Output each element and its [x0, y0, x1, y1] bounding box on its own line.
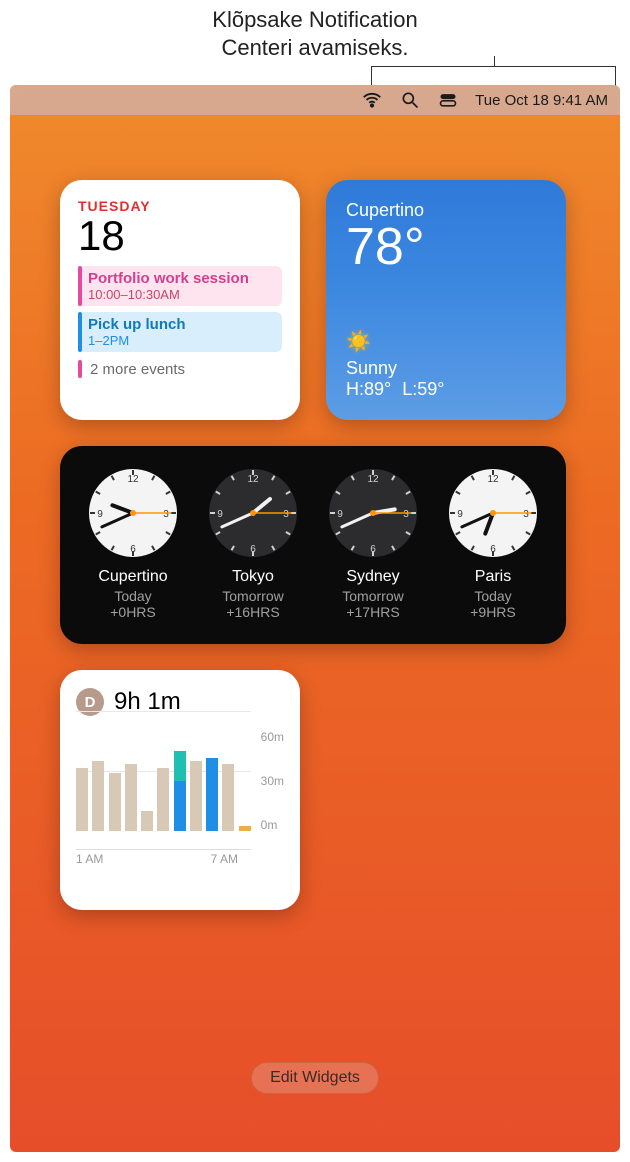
clock-face-icon: 12 3 6 9: [448, 468, 538, 558]
axis-label: 60m: [261, 730, 284, 744]
screentime-chart: 60m 30m 0m: [76, 730, 284, 850]
world-clock-city: Tokyo: [198, 568, 308, 586]
world-clock-offset: +17HRS: [318, 604, 428, 620]
svg-text:3: 3: [523, 509, 529, 520]
calendar-event-time: 10:00–10:30AM: [88, 287, 274, 302]
annotation-bracket: [371, 66, 616, 86]
screentime-y-axis: 60m 30m 0m: [261, 730, 284, 850]
weather-low: L:59°: [402, 379, 444, 399]
weather-condition: Sunny: [346, 358, 546, 379]
screentime-bar: [239, 826, 251, 831]
svg-text:9: 9: [97, 509, 103, 520]
world-clock-offset: +0HRS: [78, 604, 188, 620]
world-clock-day: Today: [78, 588, 188, 604]
world-clock-widget[interactable]: 12 3 6 9 Cupertino Today +0HRS 12 3 6 9 Tokyo …: [60, 446, 566, 644]
calendar-more-text: 2 more events: [90, 361, 185, 378]
annotation-line1: Klõpsake Notification: [212, 7, 417, 32]
calendar-event-title: Pick up lunch: [88, 316, 274, 333]
svg-text:6: 6: [370, 544, 376, 555]
world-clock-city: Paris: [438, 568, 548, 586]
world-clock-offset: +16HRS: [198, 604, 308, 620]
world-clock-day: Today: [438, 588, 548, 604]
calendar-event-time: 1–2PM: [88, 333, 274, 348]
screentime-bar: [76, 768, 88, 831]
weather-high-low: H:89° L:59°: [346, 379, 546, 400]
notification-center-widgets: TUESDAY 18 Portfolio work session 10:00–…: [60, 180, 570, 910]
svg-text:12: 12: [367, 474, 379, 485]
svg-text:3: 3: [403, 509, 409, 520]
svg-text:9: 9: [217, 509, 223, 520]
wifi-icon[interactable]: [361, 89, 383, 111]
calendar-event-title: Portfolio work session: [88, 270, 274, 287]
axis-label: 1 AM: [76, 852, 103, 866]
screentime-bar: [92, 761, 104, 831]
svg-text:3: 3: [283, 509, 289, 520]
svg-text:3: 3: [163, 509, 169, 520]
screentime-x-axis: 1 AM 7 AM: [76, 852, 238, 866]
clock-face-icon: 12 3 6 9: [88, 468, 178, 558]
weather-widget[interactable]: Cupertino 78° ☀️ Sunny H:89° L:59°: [326, 180, 566, 420]
svg-text:6: 6: [490, 544, 496, 555]
edit-widgets-button[interactable]: Edit Widgets: [251, 1062, 379, 1094]
svg-text:12: 12: [127, 474, 139, 485]
svg-text:6: 6: [130, 544, 136, 555]
desktop: Tue Oct 18 9:41 AM TUESDAY 18 Portfolio …: [10, 85, 620, 1152]
axis-label: 7 AM: [211, 852, 238, 866]
screentime-bar: [174, 751, 186, 831]
screentime-bar: [141, 811, 153, 831]
axis-label: 0m: [261, 818, 284, 832]
clock-face-icon: 12 3 6 9: [208, 468, 298, 558]
weather-high: H:89°: [346, 379, 391, 399]
world-clock-city: Sydney: [318, 568, 428, 586]
control-center-icon[interactable]: [437, 89, 459, 111]
screentime-bar: [157, 768, 169, 831]
screentime-bar: [190, 761, 202, 831]
svg-text:6: 6: [250, 544, 256, 555]
world-clock-item: 12 3 6 9 Tokyo Tomorrow +16HRS: [198, 468, 308, 620]
calendar-more-events: 2 more events: [78, 360, 282, 378]
calendar-more-bar-icon: [78, 360, 82, 378]
calendar-event: Portfolio work session 10:00–10:30AM: [78, 266, 282, 306]
menubar-datetime[interactable]: Tue Oct 18 9:41 AM: [475, 92, 608, 109]
calendar-widget[interactable]: TUESDAY 18 Portfolio work session 10:00–…: [60, 180, 300, 420]
svg-text:12: 12: [487, 474, 499, 485]
sun-icon: ☀️: [346, 329, 546, 354]
screentime-bar: [206, 758, 218, 831]
world-clock-item: 12 3 6 9 Paris Today +9HRS: [438, 468, 548, 620]
world-clock-city: Cupertino: [78, 568, 188, 586]
svg-text:9: 9: [337, 509, 343, 520]
world-clock-day: Tomorrow: [318, 588, 428, 604]
world-clock-offset: +9HRS: [438, 604, 548, 620]
svg-text:9: 9: [457, 509, 463, 520]
world-clock-item: 12 3 6 9 Sydney Tomorrow +17HRS: [318, 468, 428, 620]
menubar: Tue Oct 18 9:41 AM: [10, 85, 620, 115]
screentime-widget[interactable]: D 9h 1m 60m 30m 0m 1 AM 7 AM: [60, 670, 300, 910]
axis-label: 30m: [261, 774, 284, 788]
clock-face-icon: 12 3 6 9: [328, 468, 418, 558]
weather-temperature: 78°: [346, 221, 546, 273]
screentime-bar: [125, 764, 137, 831]
screentime-bar: [109, 773, 121, 831]
world-clock-item: 12 3 6 9 Cupertino Today +0HRS: [78, 468, 188, 620]
svg-text:12: 12: [247, 474, 259, 485]
world-clock-day: Tomorrow: [198, 588, 308, 604]
spotlight-icon[interactable]: [399, 89, 421, 111]
help-annotation: Klõpsake Notification Centeri avamiseks.: [0, 6, 630, 61]
calendar-day-number: 18: [78, 212, 282, 260]
screentime-bar: [222, 764, 234, 831]
annotation-line2: Centeri avamiseks.: [0, 34, 630, 62]
calendar-event: Pick up lunch 1–2PM: [78, 312, 282, 352]
